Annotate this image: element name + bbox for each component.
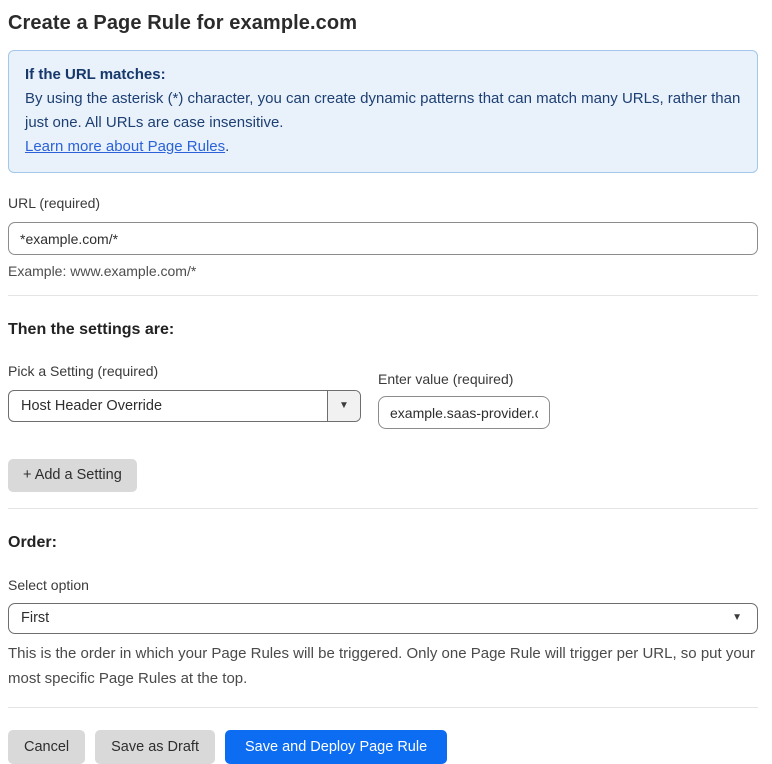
info-box-body: By using the asterisk (*) character, you… (25, 87, 741, 135)
add-setting-button[interactable]: + Add a Setting (8, 459, 137, 492)
setting-value-input[interactable] (378, 396, 550, 429)
divider (8, 295, 758, 296)
url-section: URL (required) Example: www.example.com/… (8, 195, 758, 279)
chevron-down-icon: ▼ (732, 613, 742, 623)
order-select[interactable]: First ▼ (8, 603, 758, 634)
info-box-link-line: Learn more about Page Rules. (25, 135, 741, 159)
url-matches-info-box: If the URL matches: By using the asteris… (8, 50, 758, 173)
order-helper-text: This is the order in which your Page Rul… (8, 641, 758, 691)
url-label: URL (required) (8, 195, 100, 211)
order-select-value: First (21, 610, 49, 626)
pick-setting-column: Pick a Setting (required) Host Header Ov… (8, 363, 361, 429)
learn-more-link[interactable]: Learn more about Page Rules (25, 138, 225, 155)
divider (8, 707, 758, 708)
save-as-draft-button[interactable]: Save as Draft (95, 730, 215, 764)
pick-setting-label: Pick a Setting (required) (8, 363, 361, 379)
save-and-deploy-button[interactable]: Save and Deploy Page Rule (225, 730, 447, 764)
setting-dropdown-arrow-cell[interactable]: ▼ (327, 391, 360, 421)
settings-row: Pick a Setting (required) Host Header Ov… (8, 363, 758, 429)
order-heading: Order: (8, 534, 758, 552)
settings-section: Then the settings are: Pick a Setting (r… (8, 321, 758, 492)
footer-actions: Cancel Save as Draft Save and Deploy Pag… (8, 730, 758, 764)
enter-value-column: Enter value (required) (378, 371, 550, 429)
info-box-heading: If the URL matches: (25, 63, 741, 87)
page-title: Create a Page Rule for example.com (8, 12, 758, 35)
link-suffix: . (225, 138, 229, 155)
settings-heading: Then the settings are: (8, 321, 758, 339)
cancel-button[interactable]: Cancel (8, 730, 85, 764)
setting-dropdown-value: Host Header Override (9, 391, 327, 421)
url-helper-text: Example: www.example.com/* (8, 263, 758, 279)
chevron-down-icon: ▼ (339, 401, 349, 411)
setting-dropdown[interactable]: Host Header Override ▼ (8, 390, 361, 422)
enter-value-label: Enter value (required) (378, 371, 550, 387)
select-option-label: Select option (8, 577, 758, 593)
create-page-rule-panel: Create a Page Rule for example.com If th… (0, 0, 772, 764)
divider (8, 508, 758, 509)
order-section: Order: Select option First ▼ This is the… (8, 534, 758, 691)
url-input[interactable] (8, 222, 758, 255)
